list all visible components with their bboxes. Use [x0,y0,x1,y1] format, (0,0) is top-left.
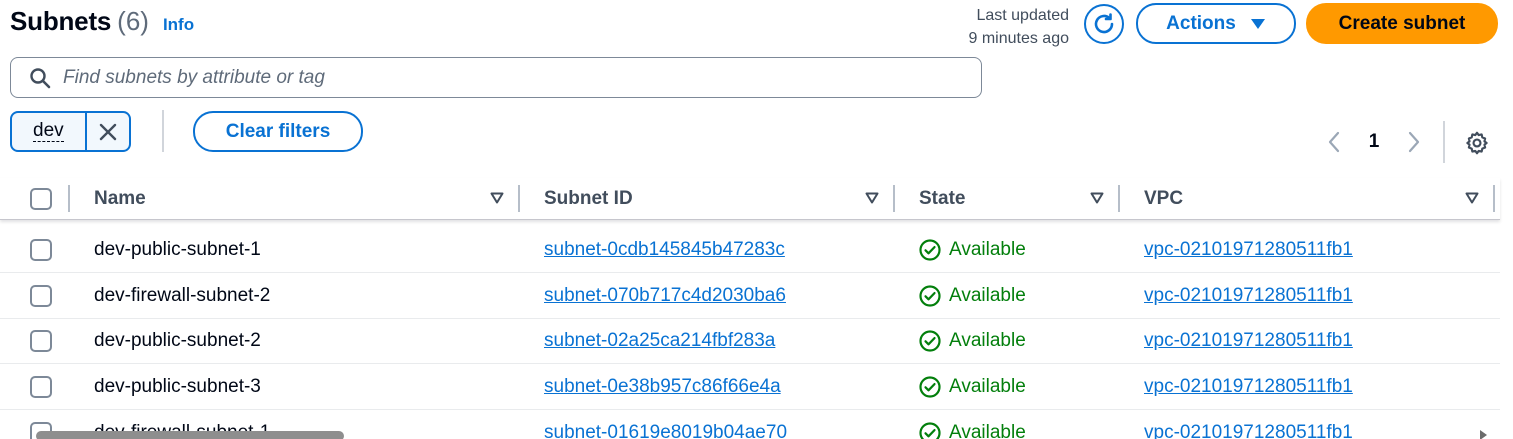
refresh-icon [1094,13,1114,34]
vpc-link[interactable]: vpc-02101971280511fb1 [1144,376,1353,398]
search-input[interactable] [63,66,943,89]
filter-token-text: dev [33,120,64,142]
subnet-id-link[interactable]: subnet-02a25ca214fbf283a [544,330,775,352]
table-row[interactable]: dev-public-subnet-1 subnet-0cdb145845b47… [0,227,1500,273]
state-cell: Available [919,410,1026,439]
next-page-button[interactable] [1400,128,1428,156]
clear-filters-button[interactable]: Clear filters [193,111,363,152]
page-header: Subnets (6) Info [10,6,194,37]
gear-icon [1466,131,1488,155]
row-select-cell [30,227,52,273]
state-cell: Available [919,318,1026,364]
column-header-vpc[interactable]: VPC [1120,178,1495,220]
row-checkbox[interactable] [30,330,52,352]
pagination: 1 [1320,128,1428,156]
subnet-name: dev-public-subnet-3 [94,376,261,397]
table-header: Name Subnet ID State VPC [0,178,1500,220]
chevron-right-icon [1408,131,1420,153]
check-circle-icon [919,330,941,352]
horizontal-scrollbar[interactable] [36,431,344,439]
filter-divider [162,110,164,152]
page-number[interactable]: 1 [1348,131,1400,153]
page-title: Subnets [10,6,112,36]
state-text: Available [949,285,1026,306]
subnet-name: dev-firewall-subnet-2 [94,285,271,306]
check-circle-icon [919,376,941,398]
search-icon [30,67,51,88]
filter-token: dev [10,111,131,152]
subnet-id-link[interactable]: subnet-01619e8019b04ae70 [544,422,787,439]
state-cell: Available [919,227,1026,273]
column-header-subnet-id[interactable]: Subnet ID [520,178,895,220]
column-header-name[interactable]: Name [70,178,520,220]
pagination-divider [1443,121,1445,163]
subnet-name: dev-public-subnet-1 [94,239,261,260]
sort-caret-icon[interactable] [865,192,879,204]
create-subnet-button[interactable]: Create subnet [1306,3,1498,44]
state-cell: Available [919,364,1026,410]
row-checkbox[interactable] [30,376,52,398]
vpc-link[interactable]: vpc-02101971280511fb1 [1144,422,1353,439]
vpc-link[interactable]: vpc-02101971280511fb1 [1144,330,1353,352]
state-cell: Available [919,273,1026,319]
subnet-id-link[interactable]: subnet-070b717c4d2030ba6 [544,285,786,307]
caret-down-icon [1250,18,1265,29]
subnet-count: (6) [117,6,149,36]
row-select-cell [30,364,52,410]
column-separator[interactable] [1493,185,1495,212]
actions-label: Actions [1166,12,1236,34]
column-header-state[interactable]: State [895,178,1120,220]
close-icon [99,123,117,140]
table-row[interactable]: dev-firewall-subnet-2 subnet-070b717c4d2… [0,273,1500,319]
last-updated: Last updated 9 minutes ago [968,4,1069,50]
row-select-cell [30,273,52,319]
subnet-name: dev-public-subnet-2 [94,330,261,351]
state-text: Available [949,376,1026,397]
check-circle-icon [919,422,941,439]
refresh-button[interactable] [1084,4,1124,44]
table-row[interactable]: dev-public-subnet-2 subnet-02a25ca214fbf… [0,318,1500,364]
chevron-left-icon [1328,131,1340,153]
last-updated-time: 9 minutes ago [968,30,1069,47]
state-text: Available [949,422,1026,439]
previous-page-button[interactable] [1320,128,1348,156]
sort-caret-icon[interactable] [490,192,504,204]
table-row[interactable]: dev-public-subnet-3 subnet-0e38b957c86f6… [0,364,1500,410]
state-text: Available [949,330,1026,351]
filter-token-label[interactable]: dev [12,113,85,150]
row-select-cell [30,318,52,364]
check-circle-icon [919,239,941,261]
select-all-checkbox[interactable] [30,188,52,210]
vpc-link[interactable]: vpc-02101971280511fb1 [1144,285,1353,307]
subnet-id-link[interactable]: subnet-0e38b957c86f66e4a [544,376,781,398]
row-checkbox[interactable] [30,239,52,261]
check-circle-icon [919,285,941,307]
remove-filter-button[interactable] [84,113,129,150]
vpc-link[interactable]: vpc-02101971280511fb1 [1144,239,1353,261]
scroll-right-icon[interactable] [1480,430,1487,439]
header-select-cell [0,178,70,220]
subnet-id-link[interactable]: subnet-0cdb145845b47283c [544,239,785,261]
sort-caret-icon[interactable] [1090,192,1104,204]
preferences-button[interactable] [1463,129,1491,157]
state-text: Available [949,239,1026,260]
search-bar [10,57,982,98]
info-link[interactable]: Info [163,15,194,35]
sort-caret-icon[interactable] [1465,192,1479,204]
row-checkbox[interactable] [30,285,52,307]
last-updated-label: Last updated [976,7,1069,24]
actions-button[interactable]: Actions [1136,3,1296,44]
